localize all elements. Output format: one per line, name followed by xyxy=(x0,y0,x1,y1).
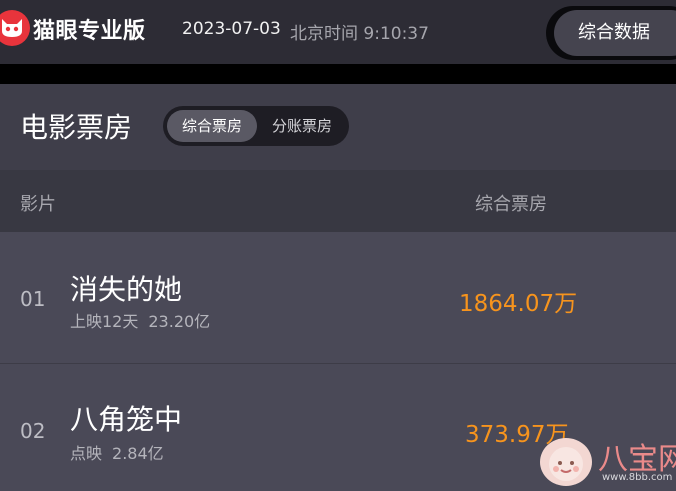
daily-box-office: 1864.07万 xyxy=(459,291,578,317)
comprehensive-data-button[interactable]: 综合数据 xyxy=(554,10,676,56)
site-watermark: 八宝网 www.8bb.com xyxy=(540,432,676,491)
brand-name: 猫眼专业版 xyxy=(33,19,146,44)
movie-title: 八角笼中 xyxy=(70,403,183,436)
column-header-box-office[interactable]: 综合票房 xyxy=(475,190,547,216)
top-bar: 猫眼专业版 2023-07-03 北京时间 9:10:37 综合数据 xyxy=(0,0,676,64)
release-status: 上映12天 xyxy=(70,312,139,331)
movie-info: 上映12天 23.20亿 xyxy=(70,308,210,332)
table-row[interactable]: 01 消失的她 上映12天 23.20亿 1864.07万 xyxy=(0,232,676,363)
divider-bar xyxy=(0,64,676,84)
cumulative-box-office: 2.84亿 xyxy=(112,444,164,463)
movie-title: 消失的她 xyxy=(70,273,183,306)
movie-info: 点映 2.84亿 xyxy=(70,440,164,464)
cumulative-box-office: 23.20亿 xyxy=(148,312,211,331)
rank-number: 01 xyxy=(20,287,46,311)
tab-split-box-office[interactable]: 分账票房 xyxy=(259,110,345,142)
tab-comprehensive-box-office[interactable]: 综合票房 xyxy=(167,110,257,142)
box-office-header: 电影票房 综合票房 分账票房 xyxy=(0,84,676,170)
maoyan-cat-logo-icon xyxy=(0,10,30,46)
watermark-baby-face-icon xyxy=(540,438,592,486)
table-header: 影片 综合票房 xyxy=(0,170,676,232)
section-title: 电影票房 xyxy=(20,111,133,144)
release-status: 点映 xyxy=(70,444,103,463)
beijing-time: 北京时间 9:10:37 xyxy=(290,24,429,44)
column-header-film: 影片 xyxy=(20,194,56,215)
box-office-type-toggle: 综合票房 分账票房 xyxy=(163,106,349,146)
current-date: 2023-07-03 xyxy=(182,19,281,39)
watermark-url: www.8bb.com xyxy=(602,472,673,483)
rank-number: 02 xyxy=(20,419,46,443)
